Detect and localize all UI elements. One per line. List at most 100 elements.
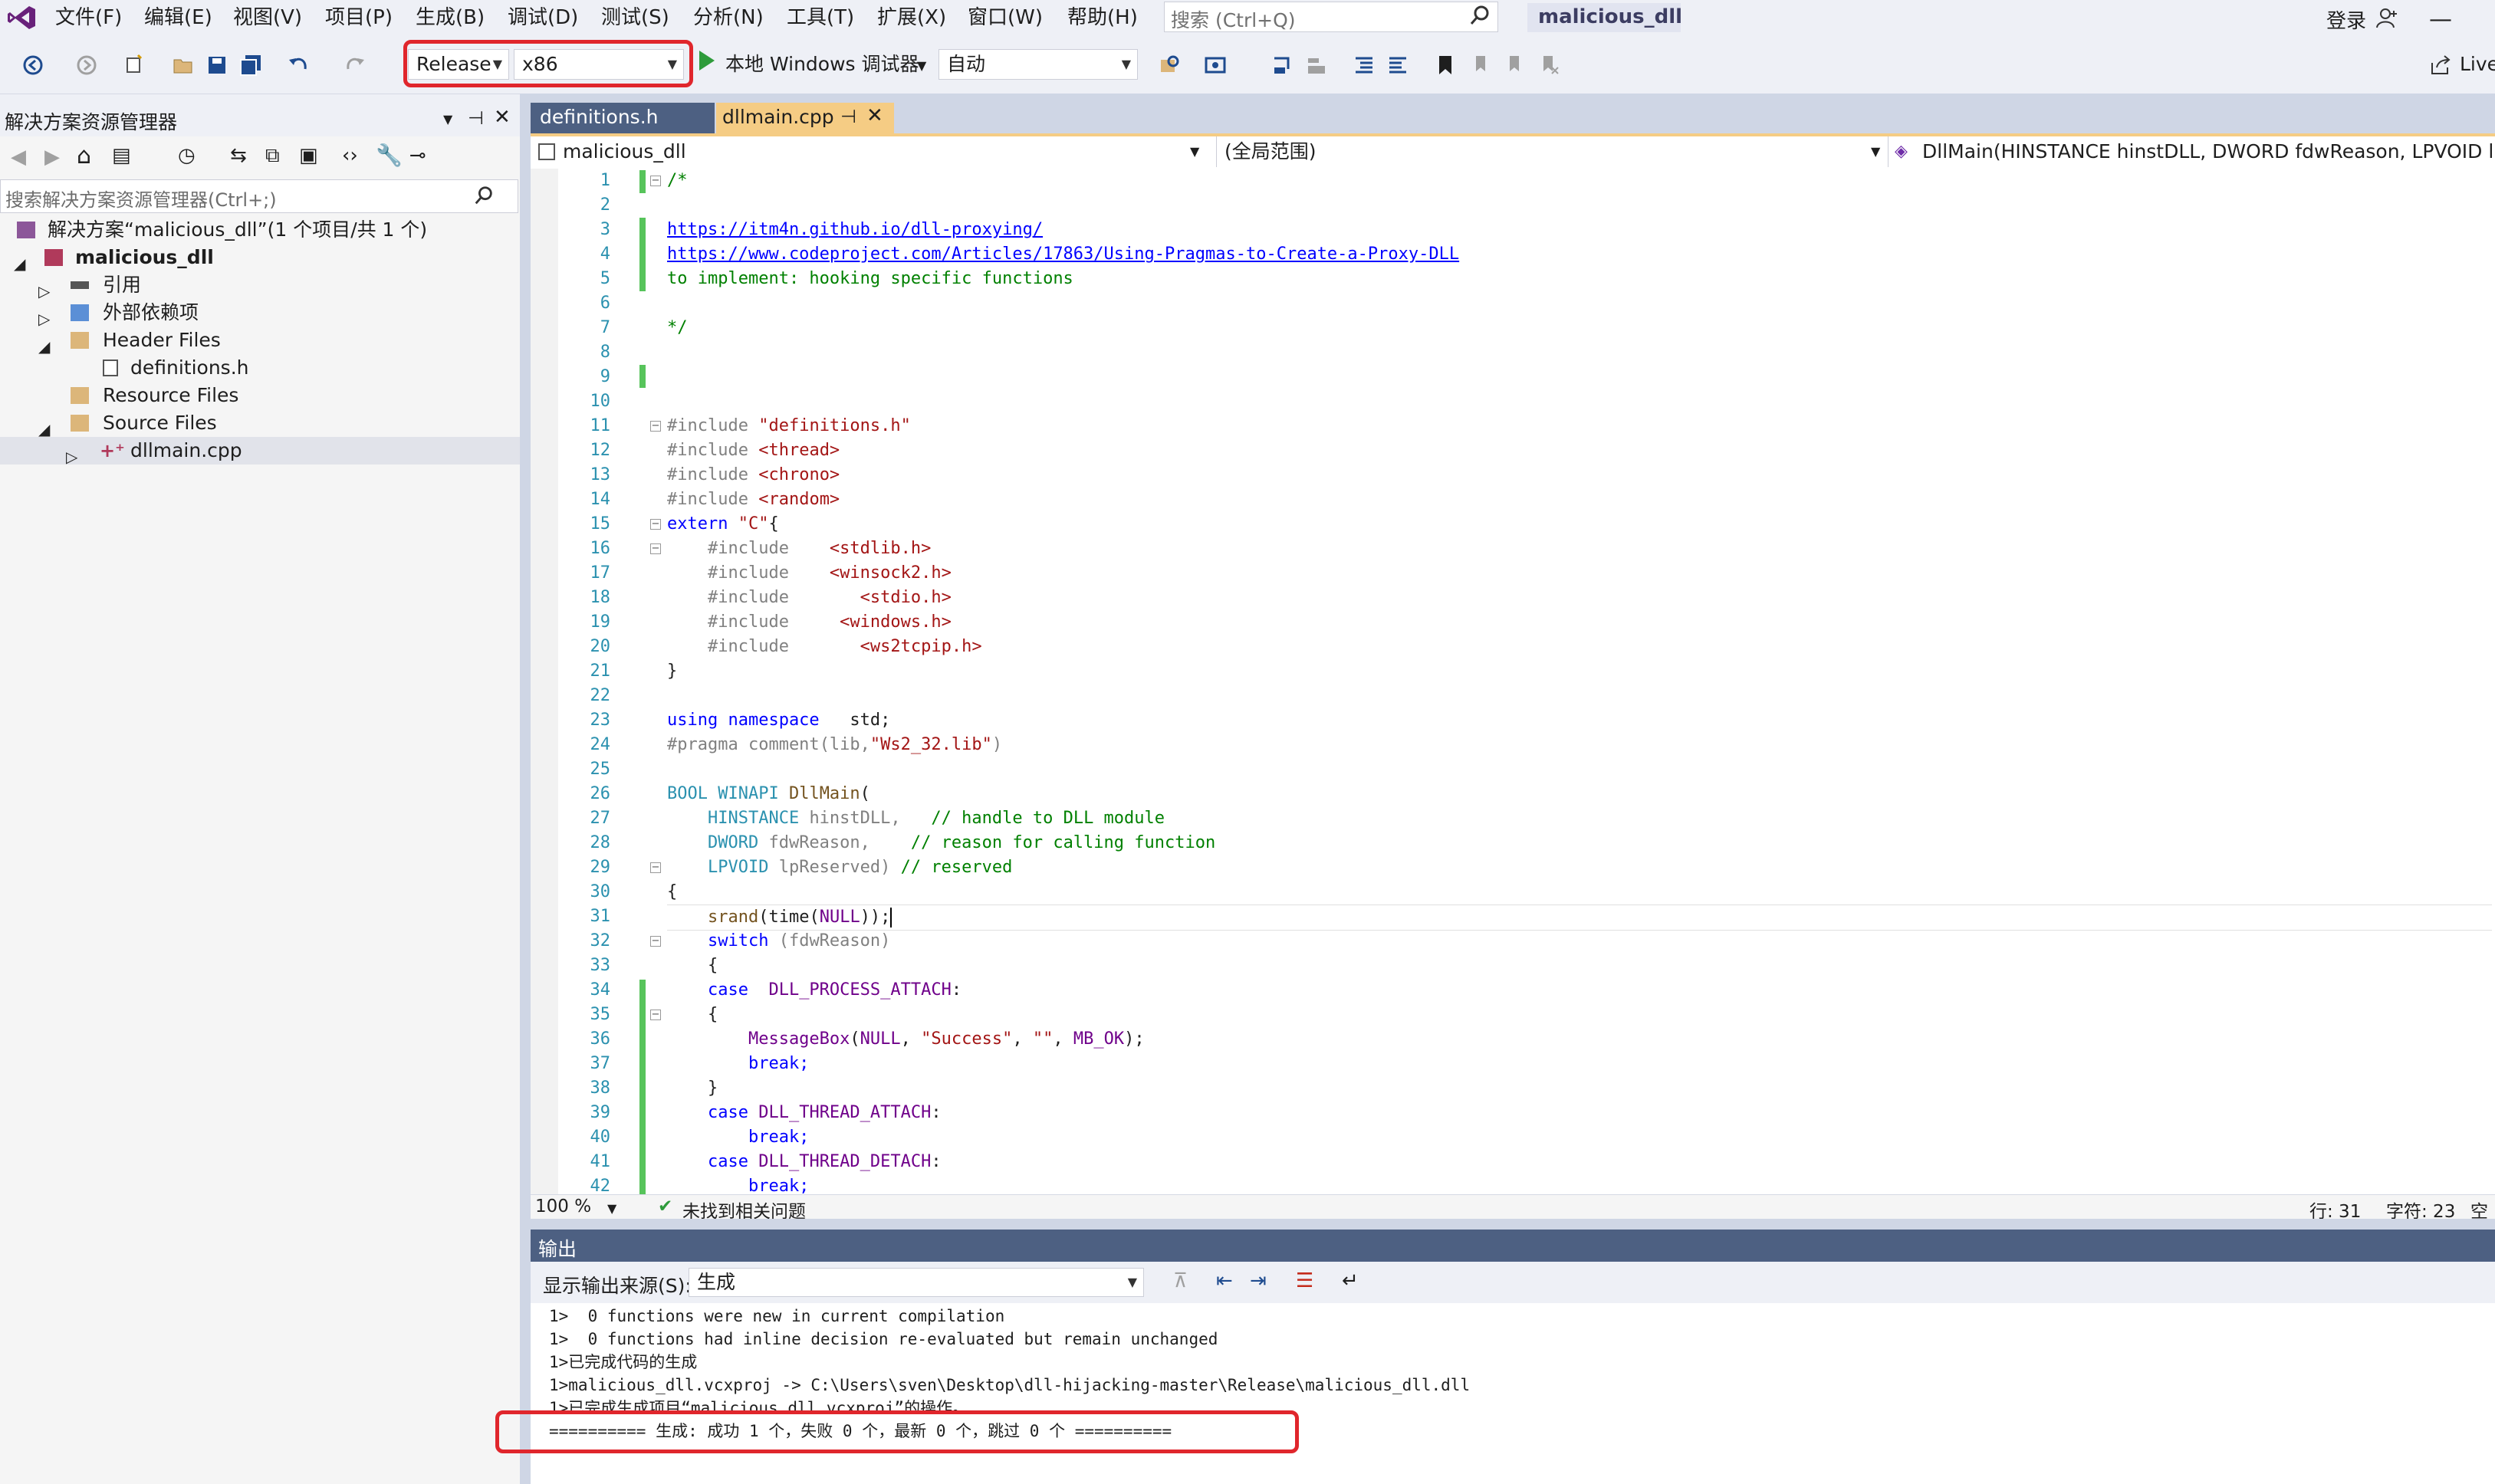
next-message-icon[interactable]: ⇥ [1250, 1269, 1267, 1292]
collapse-region-icon[interactable]: − [650, 519, 661, 530]
code-link[interactable]: https://www.codeproject.com/Articles/178… [667, 245, 1459, 264]
sync-icon[interactable]: ⇆ [230, 144, 247, 167]
collapse-all-icon[interactable]: ⧉ [265, 144, 280, 168]
collapse-region-icon[interactable]: − [650, 862, 661, 873]
line-number: 10 [590, 392, 611, 411]
pin-icon[interactable]: ⊣ [468, 107, 484, 129]
view-code-icon[interactable]: ‹› [342, 144, 358, 167]
tree-item-source-files[interactable]: ◢ Source Files [0, 409, 520, 438]
find-message-icon[interactable]: ⊼ [1173, 1269, 1188, 1292]
collapse-region-icon[interactable]: − [650, 421, 661, 432]
menu-build[interactable]: 生成(B) [416, 5, 485, 30]
collapse-region-icon[interactable]: − [650, 543, 661, 554]
collapse-region-icon[interactable]: − [650, 936, 661, 947]
panel-menu-icon[interactable]: ▼ [443, 112, 452, 126]
project-dropdown[interactable]: malicious_dll ▼ [535, 136, 1202, 167]
code-token: #include [667, 588, 860, 607]
menu-view[interactable]: 视图(V) [233, 5, 302, 30]
code-token: #include [667, 612, 840, 632]
uncomment-icon[interactable] [1386, 54, 1409, 77]
step-into-icon[interactable] [1271, 54, 1294, 77]
login-link[interactable]: 登录 [2326, 5, 2366, 34]
live-share-button[interactable]: Live [2460, 53, 2495, 75]
solution-explorer-search-input[interactable]: 搜索解决方案资源管理器(Ctrl+;) [0, 179, 518, 213]
code-comment: to implement: hooking specific functions [667, 269, 1073, 288]
menu-extensions[interactable]: 扩展(X) [877, 5, 946, 30]
chevron-down-icon[interactable]: ▼ [607, 1201, 616, 1216]
tree-item-external-dependencies[interactable]: ▷ 外部依赖项 [0, 299, 520, 328]
home-icon[interactable]: ⌂ [77, 143, 91, 169]
close-tab-icon[interactable]: ✕ [866, 104, 883, 127]
close-icon[interactable]: ✕ [494, 106, 511, 129]
menu-tools[interactable]: 工具(T) [787, 5, 854, 30]
show-all-files-icon[interactable]: ▣ [299, 144, 318, 167]
panel-splitter[interactable] [520, 94, 531, 1484]
save-all-icon[interactable] [239, 54, 262, 77]
clear-all-icon[interactable]: ☰ [1296, 1269, 1313, 1292]
menu-analyze[interactable]: 分析(N) [693, 5, 764, 30]
debug-mode-dropdown[interactable]: 自动 ▼ [939, 49, 1138, 80]
next-bookmark-icon[interactable] [1503, 54, 1526, 77]
code-comment: // handle to DLL module [900, 809, 1165, 828]
start-debugging-icon[interactable] [699, 51, 715, 71]
live-share-icon[interactable] [2429, 54, 2452, 77]
screenshot-icon[interactable] [1204, 54, 1227, 77]
start-debugging-button[interactable]: 本地 Windows 调试器 [725, 50, 919, 79]
pending-changes-icon[interactable]: ◷ [178, 144, 196, 167]
pin-tab-icon[interactable]: ⊣ [840, 106, 856, 127]
open-file-icon[interactable] [172, 54, 195, 77]
forward-icon[interactable] [75, 54, 98, 77]
find-in-files-icon[interactable] [1158, 54, 1181, 77]
prev-bookmark-icon[interactable] [1469, 54, 1492, 77]
tab-definitions-h[interactable]: definitions.h [531, 103, 715, 133]
zoom-dropdown[interactable]: 100 % [535, 1197, 591, 1216]
preview-icon[interactable]: ⊸ [409, 144, 426, 167]
menu-project[interactable]: 项目(P) [325, 5, 393, 30]
tab-dllmain-cpp[interactable]: dllmain.cpp ⊣ ✕ [716, 103, 894, 133]
collapse-region-icon[interactable]: − [650, 176, 661, 186]
menu-help[interactable]: 帮助(H) [1067, 5, 1138, 30]
highlight-box-build-result [495, 1410, 1299, 1453]
collapse-region-icon[interactable]: − [650, 1010, 661, 1020]
chevron-down-icon[interactable]: ▼ [917, 58, 926, 73]
back-icon[interactable] [21, 54, 44, 77]
menu-file[interactable]: 文件(F) [55, 5, 122, 30]
clear-bookmarks-icon[interactable] [1537, 54, 1560, 77]
collapsed-arrow-icon[interactable]: ▷ [66, 443, 77, 471]
chevron-down-icon[interactable]: ▼ [1871, 136, 1880, 167]
step-over-icon[interactable] [1305, 54, 1328, 77]
back-icon[interactable]: ◀ [11, 146, 26, 169]
menu-edit[interactable]: 编辑(E) [144, 5, 212, 30]
forward-icon[interactable]: ▶ [44, 146, 60, 169]
undo-icon[interactable] [287, 54, 310, 77]
tree-item-dllmain-cpp[interactable]: ▷ +⁺ dllmain.cpp [0, 437, 520, 466]
tree-item-resource-files[interactable]: Resource Files [0, 382, 520, 409]
member-dropdown[interactable]: ◈ DllMain(HINSTANCE hinstDLL, DWORD fdwR… [1888, 136, 2495, 167]
previous-message-icon[interactable]: ⇤ [1216, 1269, 1233, 1292]
new-project-icon[interactable] [123, 54, 146, 77]
tree-item-project[interactable]: ◢ malicious_dll [0, 244, 520, 273]
code-line-30: { [667, 880, 677, 905]
code-link[interactable]: https://itm4n.github.io/dll-proxying/ [667, 220, 1043, 239]
save-icon[interactable] [205, 54, 228, 77]
menu-debug[interactable]: 调试(D) [508, 5, 578, 30]
menu-window[interactable]: 窗口(W) [968, 5, 1043, 30]
word-wrap-icon[interactable]: ↵ [1342, 1269, 1359, 1292]
properties-icon[interactable]: 🔧 [376, 143, 403, 168]
bookmark-icon[interactable] [1434, 54, 1457, 77]
tree-item-header-files[interactable]: ◢ Header Files [0, 327, 520, 356]
search-input[interactable]: 搜索 (Ctrl+Q) [1164, 2, 1498, 32]
user-icon[interactable] [2375, 6, 2398, 29]
code-token: "" [1032, 1029, 1054, 1049]
menu-test[interactable]: 测试(S) [601, 5, 669, 30]
solution-title-text: malicious_dll [1538, 5, 1683, 28]
tree-item-definitions-h[interactable]: definitions.h [0, 354, 520, 382]
switch-views-icon[interactable]: ▤ [112, 144, 131, 167]
redo-icon[interactable] [344, 54, 367, 77]
comment-out-icon[interactable] [1353, 54, 1376, 77]
tree-item-references[interactable]: ▷ 引用 [0, 271, 520, 300]
output-source-dropdown[interactable]: 生成 ▼ [689, 1268, 1144, 1297]
minimize-button[interactable]: — [2429, 6, 2452, 33]
output-splitter[interactable] [531, 1219, 2495, 1230]
tree-item-solution[interactable]: 解决方案“malicious_dll”(1 个项目/共 1 个) [0, 216, 520, 244]
